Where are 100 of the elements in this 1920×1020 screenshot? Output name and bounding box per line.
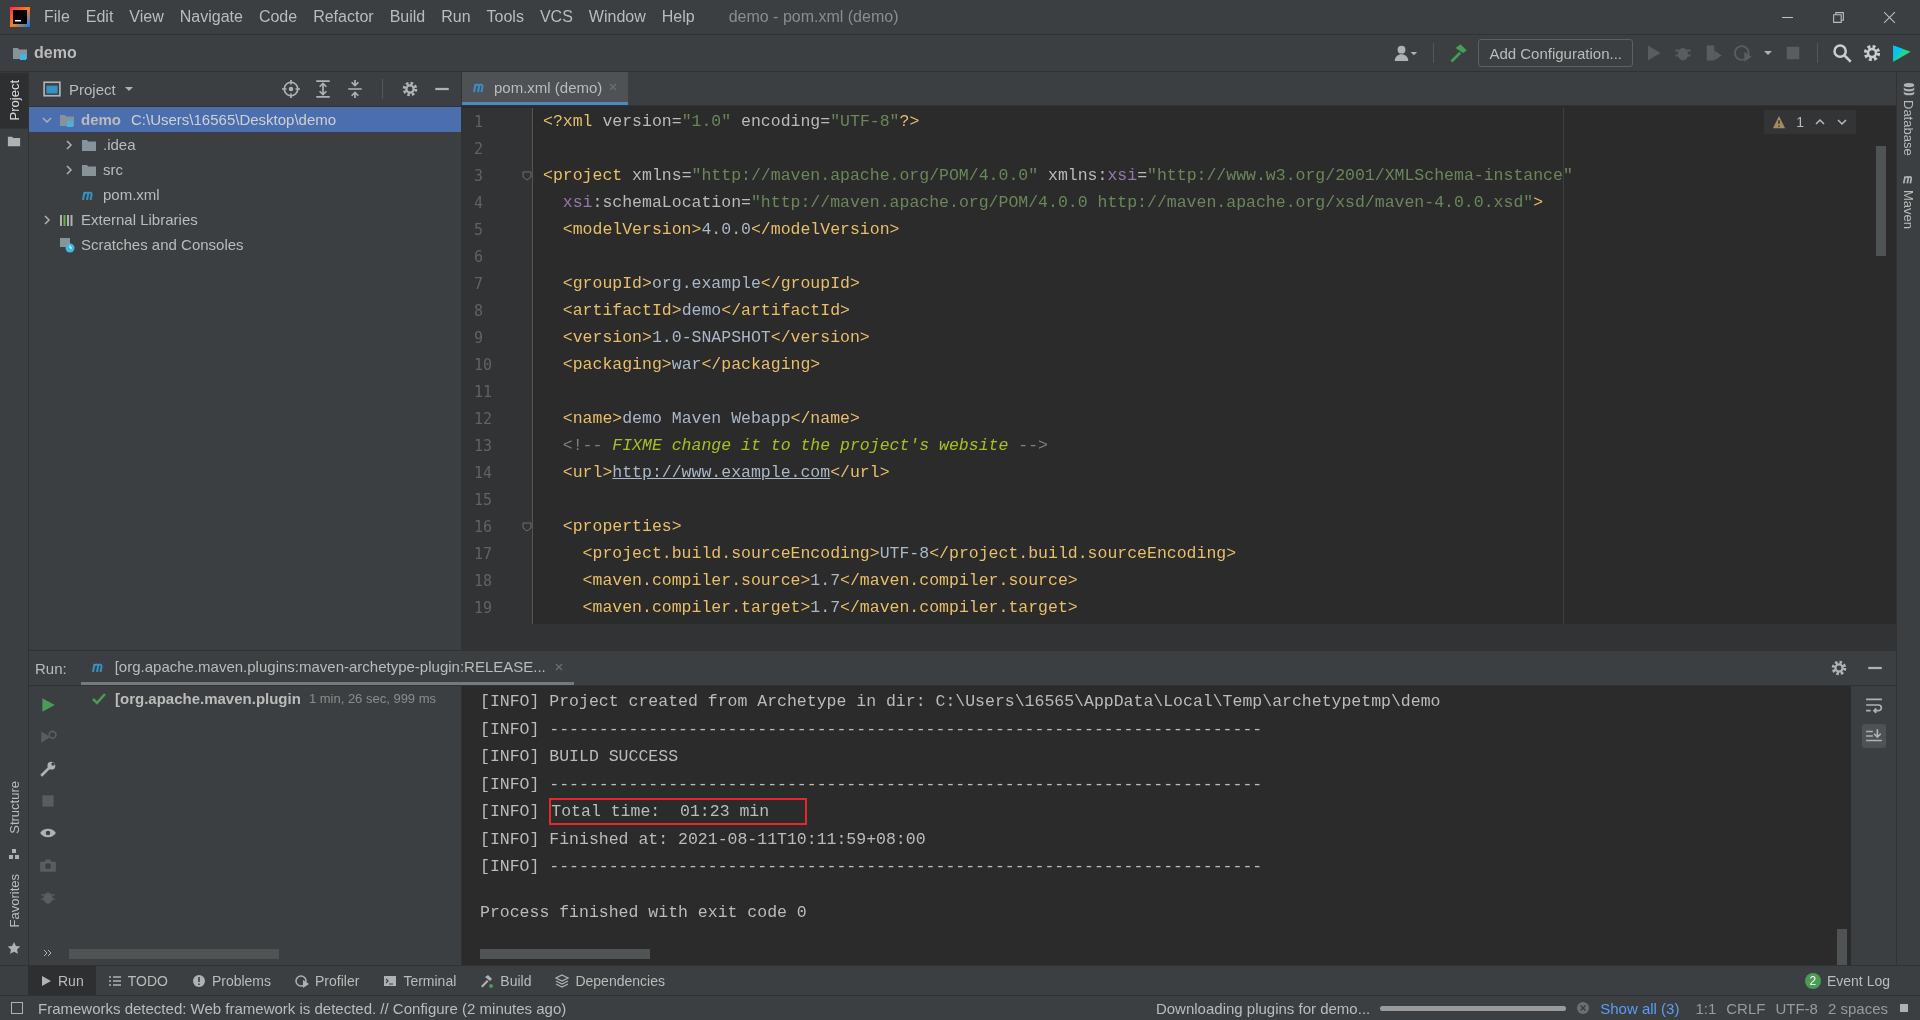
- scroll-to-end-icon[interactable]: [1861, 724, 1886, 748]
- status-item[interactable]: 1:1: [1695, 999, 1717, 1017]
- tree-item[interactable]: src: [29, 157, 461, 182]
- database-icon: [1901, 82, 1916, 96]
- editor-tab[interactable]: pom.xml (demo): [462, 72, 629, 105]
- menu-item[interactable]: Run: [441, 8, 471, 26]
- square-icon[interactable]: [10, 1001, 24, 1015]
- code-line: <url>http://www.example.com</url>: [561, 463, 890, 482]
- list-icon: [107, 973, 122, 988]
- menu-item[interactable]: Window: [588, 8, 646, 26]
- chevron-down-icon[interactable]: [1836, 116, 1848, 128]
- tree-item[interactable]: .idea: [29, 132, 461, 157]
- console-line: [INFO]: [480, 802, 541, 822]
- tool-window-tab[interactable]: Project: [0, 72, 28, 129]
- code-line: <name>demo Maven Webapp</name>: [561, 409, 860, 428]
- menu-item[interactable]: File: [44, 8, 70, 26]
- caret-icon[interactable]: [123, 84, 134, 94]
- console-line: [INFO] ------------------------------------------------------------------------: [480, 719, 1263, 739]
- scrollbar[interactable]: [1876, 146, 1886, 256]
- close-icon[interactable]: [1883, 10, 1896, 24]
- scratches-icon: [59, 236, 75, 253]
- menu-item[interactable]: View: [129, 8, 164, 26]
- menu-item[interactable]: VCS: [539, 8, 573, 26]
- user-icon[interactable]: [1393, 44, 1420, 62]
- more-icon[interactable]: [42, 947, 54, 959]
- tool-window-tab[interactable]: Favorites: [0, 865, 28, 935]
- search-icon[interactable]: [1832, 43, 1852, 63]
- code-line: <!-- FIXME change it to the project's website -->: [561, 436, 1048, 455]
- scrollbar[interactable]: [480, 949, 650, 959]
- module-folder-icon: [12, 45, 28, 61]
- tree-item[interactable]: Scratches and Consoles: [29, 232, 461, 257]
- structure-icon: [8, 847, 20, 860]
- scrollbar[interactable]: [1837, 929, 1847, 965]
- tool-window-tab[interactable]: TODO: [95, 966, 180, 995]
- console-line: [INFO] BUILD SUCCESS: [480, 747, 679, 767]
- tool-window-tab[interactable]: Database: [1901, 100, 1916, 156]
- menu-item[interactable]: Refactor: [313, 8, 374, 26]
- collapse-all-icon[interactable]: [346, 80, 364, 98]
- menu-item[interactable]: Navigate: [179, 8, 243, 26]
- settings-icon[interactable]: [1830, 659, 1848, 677]
- status-item[interactable]: 2 spaces: [1827, 999, 1888, 1017]
- app-logo-icon: [10, 7, 30, 27]
- terminal-icon: [383, 973, 398, 988]
- status-message[interactable]: Frameworks detected: Web framework is detected. // Configure (2 minutes ago): [38, 999, 567, 1017]
- console-line: [INFO] ------------------------------------------------------------------------: [480, 857, 1263, 877]
- chevron-icon[interactable]: [41, 213, 53, 226]
- play-icon[interactable]: [39, 696, 57, 714]
- code-line: <maven.compiler.target>1.7</maven.compiler.target>: [581, 598, 1078, 617]
- tool-window-tab[interactable]: Profiler: [283, 966, 372, 995]
- console-line: [INFO] Finished at: 2021-08-11T10:11:59+08:00: [480, 829, 926, 849]
- status-item[interactable]: CRLF: [1726, 999, 1766, 1017]
- chevron-icon[interactable]: [63, 163, 75, 176]
- code-line: <packaging>war</packaging>: [561, 355, 821, 374]
- tree-item[interactable]: External Libraries: [29, 207, 461, 232]
- menu-item[interactable]: Tools: [486, 8, 524, 26]
- panel-title[interactable]: Project: [69, 80, 116, 98]
- info-icon: [191, 973, 206, 988]
- add-configuration-button[interactable]: Add Configuration...: [1478, 39, 1633, 67]
- window-title: demo - pom.xml (demo): [728, 8, 899, 26]
- panel-icon: [43, 80, 61, 98]
- caret-icon[interactable]: [1763, 48, 1773, 58]
- panel-title: Run:: [35, 659, 67, 677]
- show-all-link[interactable]: Show all (3): [1600, 999, 1680, 1017]
- folder-icon: [7, 134, 21, 149]
- tool-window-tab[interactable]: Terminal: [371, 966, 469, 995]
- chevron-icon[interactable]: [63, 138, 75, 151]
- settings-icon[interactable]: [1862, 43, 1882, 63]
- wrench-icon[interactable]: [39, 760, 57, 778]
- console-line: [INFO] Project created from Archetype in dir: C:\Users\16565\AppData\Local\Temp\archetypetmp\demo: [480, 692, 1441, 712]
- menu-item[interactable]: Code: [258, 8, 298, 26]
- menu-item[interactable]: Build: [389, 8, 426, 26]
- tool-window-tab[interactable]: Structure: [0, 772, 28, 842]
- warning-icon[interactable]: [1772, 115, 1787, 129]
- status-item[interactable]: UTF-8: [1775, 999, 1818, 1017]
- play-icon: [40, 974, 52, 987]
- expand-all-icon[interactable]: [314, 80, 332, 98]
- run-tree-item[interactable]: [org.apache.maven.plugin 1 min, 26 sec, 999 ms: [67, 686, 461, 707]
- code-line: <version>1.0-SNAPSHOT</version>: [561, 328, 870, 347]
- background-task: Downloading plugins for demo...: [1155, 999, 1371, 1017]
- menu-item[interactable]: Help: [661, 8, 695, 26]
- warning-count[interactable]: 1: [1796, 114, 1804, 130]
- tree-item[interactable]: demo C:\Users\16565\Desktop\demo: [29, 107, 461, 132]
- tool-window-tab[interactable]: Maven: [1901, 189, 1916, 229]
- breadcrumb[interactable]: demo: [34, 44, 77, 62]
- tree-item[interactable]: pom.xml: [29, 182, 461, 207]
- code-line: <project.build.sourceEncoding>UTF-8</project.build.sourceEncoding>: [581, 544, 1237, 563]
- event-log-button[interactable]: 2 Event Log: [1804, 972, 1890, 989]
- wrap-icon[interactable]: [1864, 696, 1883, 714]
- code-line: <groupId>org.example</groupId>: [561, 274, 860, 293]
- tool-window-tab[interactable]: Build: [468, 966, 544, 995]
- tool-window-tab[interactable]: Problems: [179, 966, 284, 995]
- toolbox-icon[interactable]: [1892, 43, 1912, 63]
- menu-item[interactable]: Edit: [85, 8, 114, 26]
- code-line: <properties>: [561, 517, 682, 536]
- hammer-icon[interactable]: [1448, 43, 1469, 63]
- locate-icon[interactable]: [282, 80, 300, 98]
- restore-icon[interactable]: [1832, 10, 1845, 24]
- settings-icon[interactable]: [401, 80, 419, 98]
- tool-window-tab[interactable]: Dependencies: [543, 966, 677, 995]
- tool-window-tab[interactable]: Run: [28, 966, 96, 995]
